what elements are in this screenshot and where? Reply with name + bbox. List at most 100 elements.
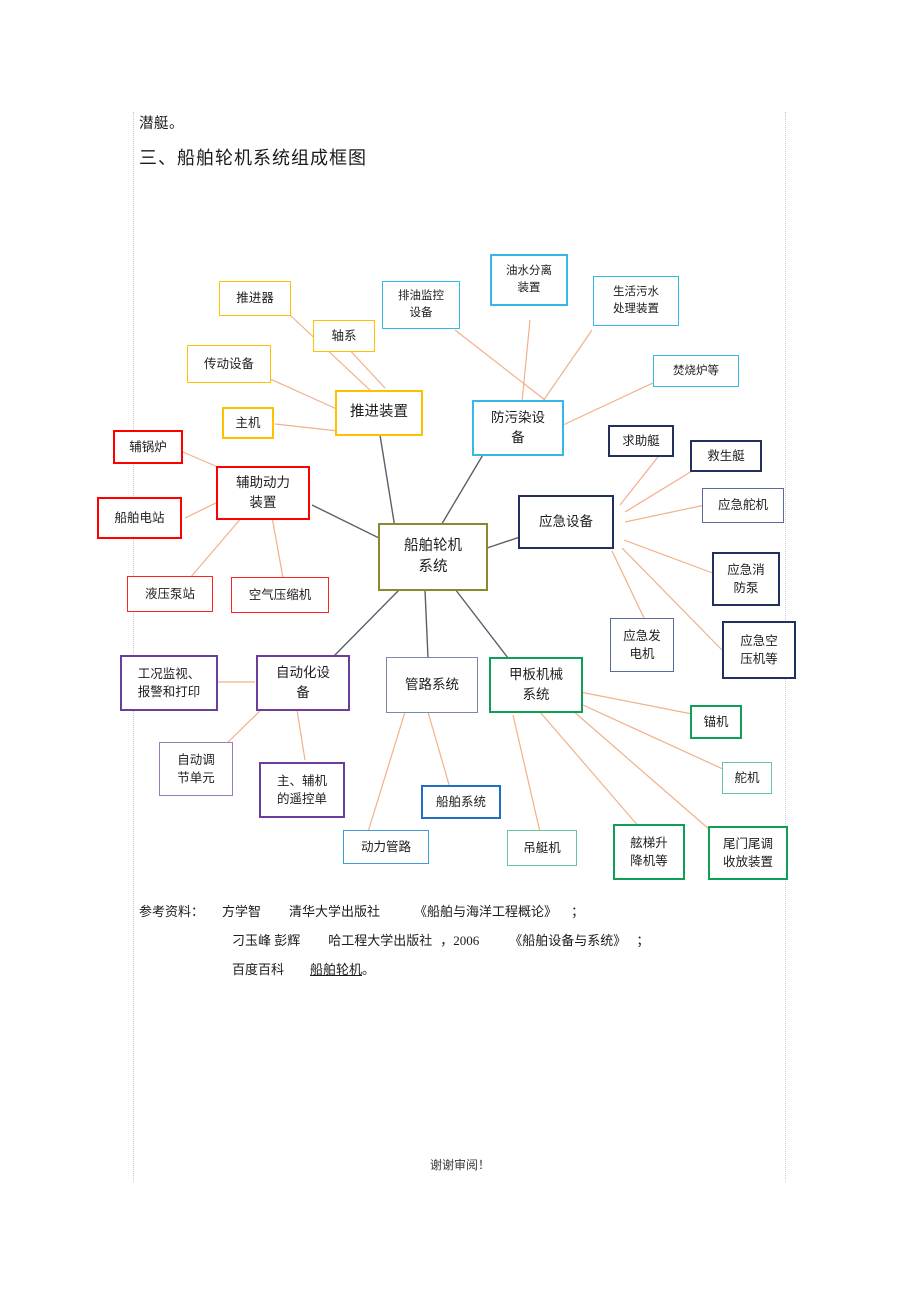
node-emergency-equipment[interactable]: 应急设备 (518, 495, 614, 549)
node-label-line1: 空气压缩机 (248, 587, 312, 602)
node-air-compressor[interactable]: 空气压缩机 (231, 577, 329, 613)
node-label-line1: 辅助动力 (236, 475, 290, 491)
references-label: 参考资料： (139, 904, 205, 919)
footer-note: 谢谢审阅！ (429, 1158, 490, 1172)
node-windlass[interactable]: 锚机 (690, 705, 742, 739)
node-label-line1: 推进装置 (350, 404, 408, 421)
node-auto-regulating-unit[interactable]: 自动调 节单元 (159, 742, 233, 796)
node-label-line1: 工况监视、 (137, 666, 201, 681)
node-label-line1: 应急空 (740, 633, 778, 648)
node-ship-machinery-system[interactable]: 船舶轮机 系统 (378, 523, 488, 591)
node-label-line1: 传动设备 (203, 356, 254, 371)
node-sewage-treatment[interactable]: 生活污水 处理装置 (593, 276, 679, 326)
node-hydraulic-pump-station[interactable]: 液压泵站 (127, 576, 213, 612)
node-condition-monitoring[interactable]: 工况监视、 报警和打印 (120, 655, 218, 711)
node-label-line1: 液压泵站 (144, 586, 195, 601)
document-page: 潜艇。 三、船舶轮机系统组成框图 船舶轮机 系统 推进装置 推进器 轴系 传动设… (0, 0, 920, 1303)
node-label-line1: 动力管路 (360, 839, 411, 854)
node-automation-equipment[interactable]: 自动化设 备 (256, 655, 350, 711)
node-label-line1: 应急设备 (539, 514, 593, 530)
page-title: 三、船舶轮机系统组成框图 (139, 148, 367, 168)
node-label-line1: 救生艇 (707, 448, 745, 463)
node-label-line2: 装置 (249, 495, 277, 510)
node-anti-pollution-equipment[interactable]: 防污染设 备 (472, 400, 564, 456)
node-label-line1: 船舶系统 (435, 794, 486, 809)
node-label-line2: 收放装置 (722, 855, 773, 869)
node-label-line1: 焚烧炉等 (673, 364, 719, 377)
node-gangway-lift[interactable]: 舷梯升 降机等 (613, 824, 685, 880)
paragraph-text: 潜艇。 (139, 116, 184, 132)
node-label-line1: 甲板机械 (509, 667, 563, 683)
node-label-line2: 的遥控单 (276, 792, 327, 806)
node-auxiliary-power-device[interactable]: 辅助动力 装置 (216, 466, 310, 520)
node-label-line2: 压机等 (740, 652, 778, 666)
node-label-line1: 尾门尾调 (722, 836, 773, 851)
node-label-line2: 备 (296, 685, 310, 700)
node-label-line2: 装置 (517, 282, 541, 294)
node-label-line1: 推进器 (236, 291, 274, 306)
node-propulsion-device[interactable]: 推进装置 (335, 390, 423, 436)
node-boat-davit[interactable]: 吊艇机 (507, 830, 577, 866)
node-label-line1: 应急舵机 (717, 498, 768, 513)
node-label-line2: 系统 (418, 559, 448, 575)
node-label-line1: 辅锅炉 (129, 439, 167, 454)
node-propeller[interactable]: 推进器 (219, 281, 291, 316)
node-label-line2: 防泵 (733, 581, 759, 595)
node-deck-machinery-system[interactable]: 甲板机械 系统 (489, 657, 583, 713)
node-label-line1: 舷梯升 (630, 835, 668, 850)
reference-title: 《船舶设备与系统》 (509, 933, 627, 948)
node-emergency-steering-gear[interactable]: 应急舵机 (702, 488, 784, 523)
reference-end: ； (571, 904, 585, 919)
node-label-line1: 应急发 (623, 628, 661, 643)
node-label-line1: 吊艇机 (523, 840, 561, 855)
reference-title: 《船舶与海洋工程概论》 (414, 904, 558, 919)
references-row-2: 刁玉峰 彭辉 哈工程大学出版社 ，2006 《船舶设备与系统》 ； (232, 930, 649, 949)
node-label-line2: 降机等 (630, 854, 668, 868)
node-label-line1: 生活污水 (613, 286, 659, 299)
node-label-line1: 应急消 (727, 562, 765, 577)
node-oil-discharge-monitor[interactable]: 排油监控 设备 (382, 281, 460, 329)
reference-author: 百度百科 (232, 962, 285, 977)
reference-end: ； (636, 933, 650, 948)
node-label-line2: 处理装置 (613, 303, 659, 315)
node-ship-systems[interactable]: 船舶系统 (421, 785, 501, 819)
node-auxiliary-boiler[interactable]: 辅锅炉 (113, 430, 183, 464)
node-label-line1: 舵机 (734, 770, 760, 785)
node-piping-system[interactable]: 管路系统 (386, 657, 478, 713)
node-incinerator[interactable]: 焚烧炉等 (653, 355, 739, 387)
node-emergency-generator[interactable]: 应急发 电机 (610, 618, 674, 672)
node-rescue-boat[interactable]: 求助艇 (608, 425, 674, 457)
node-label-line1: 船舶轮机 (404, 537, 462, 554)
reference-link-marine-engineering[interactable]: 船舶轮机 (310, 962, 362, 977)
node-label-line1: 求助艇 (622, 433, 660, 448)
node-shafting[interactable]: 轴系 (313, 320, 375, 352)
node-label-line1: 轴系 (331, 328, 357, 343)
reference-author: 刁玉峰 彭辉 (232, 933, 301, 948)
node-label-line2: 系统 (522, 687, 550, 702)
node-life-boat[interactable]: 救生艇 (690, 440, 762, 472)
references-row-1: 参考资料： 方学智 清华大学出版社 《船舶与海洋工程概论》 ； (139, 901, 584, 920)
node-emergency-fire-pump[interactable]: 应急消 防泵 (712, 552, 780, 606)
node-label-line1: 自动化设 (276, 665, 330, 681)
ship-machinery-system-diagram: 船舶轮机 系统 推进装置 推进器 轴系 传动设备 主机 防污染设 备 排油监控 … (0, 0, 920, 1303)
text-boundary-guide-left (133, 112, 134, 1182)
node-main-aux-remote-control[interactable]: 主、辅机 的遥控单 (259, 762, 345, 818)
node-label-line1: 防污染设 (491, 410, 545, 426)
node-label-line1: 锚机 (703, 714, 729, 729)
node-label-line2: 备 (511, 430, 525, 445)
reference-publisher: 清华大学出版社 (289, 904, 381, 919)
node-label-line1: 管路系统 (405, 677, 459, 693)
node-label-line2: 节单元 (177, 771, 215, 785)
reference-author: 方学智 (222, 904, 262, 919)
node-oil-water-separator[interactable]: 油水分离 装置 (490, 254, 568, 306)
node-label-line1: 主、辅机 (276, 773, 327, 788)
node-emergency-air-compressor[interactable]: 应急空 压机等 (722, 621, 796, 679)
node-stern-door-retractor[interactable]: 尾门尾调 收放装置 (708, 826, 788, 880)
node-ship-power-station[interactable]: 船舶电站 (97, 497, 182, 539)
node-main-engine[interactable]: 主机 (222, 407, 274, 439)
node-label-line2: 报警和打印 (137, 685, 201, 699)
node-steering-gear[interactable]: 舵机 (722, 762, 772, 794)
node-transmission-equipment[interactable]: 传动设备 (187, 345, 271, 383)
node-label-line2: 电机 (629, 647, 655, 661)
node-power-piping[interactable]: 动力管路 (343, 830, 429, 864)
